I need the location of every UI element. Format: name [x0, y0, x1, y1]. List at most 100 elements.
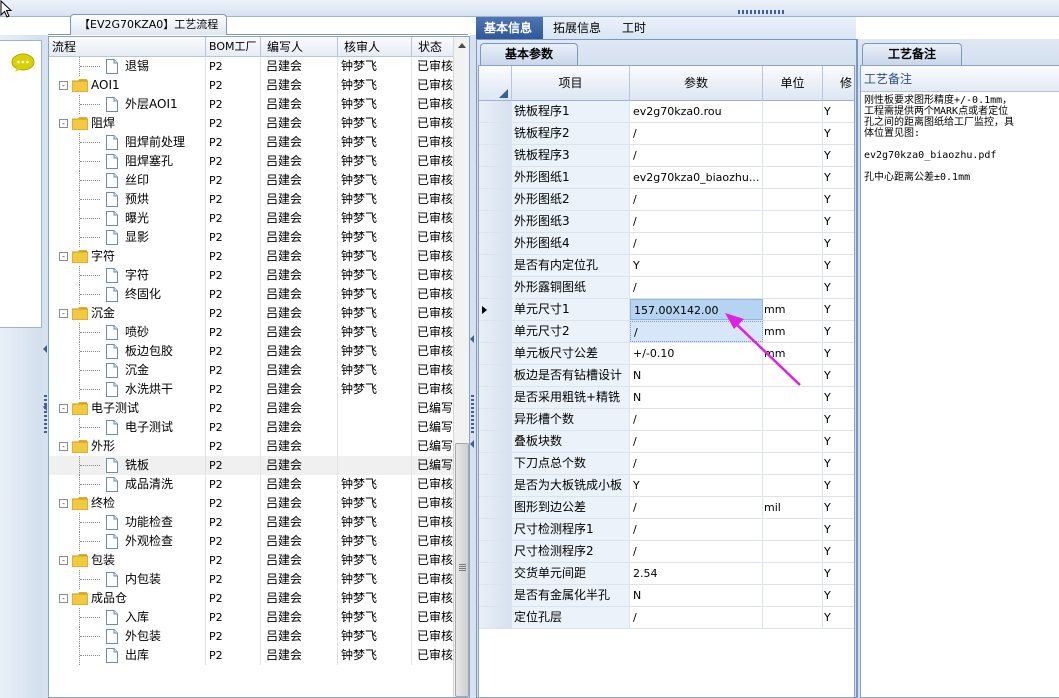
tree-cell-process[interactable]: 预烘 [49, 190, 206, 209]
tree-cell-bom[interactable]: P2 [206, 228, 261, 247]
tree-cell-status[interactable]: 已审核 [412, 342, 453, 361]
col-header-process[interactable]: 流程 [49, 37, 206, 57]
tree-cell-writer[interactable]: 吕建会 [261, 133, 338, 152]
tree-cell-status[interactable]: 已审核 [412, 361, 453, 380]
tree-row[interactable]: 曝光 P2 吕建会 钟梦飞 已审核 [49, 209, 453, 228]
param-item-cell[interactable]: 外形露铜图纸 [512, 277, 630, 298]
tab-work-hours[interactable]: 工时 [614, 17, 658, 39]
col-header-reviewer[interactable]: 核审人 [338, 37, 412, 57]
tree-cell-bom[interactable]: P2 [206, 342, 261, 361]
process-flow-tab[interactable]: 【EV2G70KZA0】工艺流程 [70, 14, 228, 35]
tree-cell-bom[interactable]: P2 [206, 437, 261, 456]
tree-row[interactable]: 丝印 P2 吕建会 钟梦飞 已审核 [49, 171, 453, 190]
tree-cell-reviewer[interactable]: 钟梦飞 [338, 646, 412, 665]
param-value-cell[interactable]: ev2g70kza0.rou [630, 101, 763, 122]
tree-cell-bom[interactable]: P2 [206, 171, 261, 190]
tree-row[interactable]: 入库 P2 吕建会 钟梦飞 已审核 [49, 608, 453, 627]
tree-cell-writer[interactable]: 吕建会 [261, 171, 338, 190]
param-value-cell[interactable]: / [630, 541, 763, 562]
tree-cell-reviewer[interactable]: 钟梦飞 [338, 171, 412, 190]
tree-cell-reviewer[interactable]: 钟梦飞 [338, 76, 412, 95]
tree-cell-process[interactable]: 成品清洗 [49, 475, 206, 494]
param-value-cell[interactable]: ev2g70kza0_biaozhu... [630, 167, 763, 188]
tree-cell-process[interactable]: 内包装 [49, 570, 206, 589]
param-item-cell[interactable]: 外形图纸4 [512, 233, 630, 254]
tree-cell-process[interactable]: 丝印 [49, 171, 206, 190]
tree-cell-reviewer[interactable]: 钟梦飞 [338, 228, 412, 247]
tree-row[interactable]: 外包装 P2 吕建会 钟梦飞 已审核 [49, 627, 453, 646]
param-row[interactable]: 单元板尺寸公差 +/-0.10 mm Y [479, 343, 854, 365]
param-row[interactable]: 尺寸检测程序1/ Y [479, 519, 854, 541]
row-header[interactable] [479, 343, 512, 364]
param-value-cell[interactable]: / [630, 189, 763, 210]
tree-row[interactable]: 退锡 P2 吕建会 钟梦飞 已审核 [49, 57, 453, 76]
collapse-toggle-icon[interactable]: - [59, 442, 68, 451]
param-item-cell[interactable]: 板边是否有钻槽设计 [512, 365, 630, 386]
tree-cell-status[interactable]: 已审核 [412, 475, 453, 494]
param-modify-cell[interactable]: Y [823, 123, 854, 144]
param-modify-cell[interactable]: Y [823, 277, 854, 298]
param-modify-cell[interactable]: Y [823, 189, 854, 210]
tree-cell-writer[interactable]: 吕建会 [261, 475, 338, 494]
param-unit-cell[interactable] [763, 211, 823, 232]
tab-basic-params[interactable]: 基本参数 [480, 43, 578, 65]
tree-cell-reviewer[interactable]: 钟梦飞 [338, 380, 412, 399]
tree-cell-bom[interactable]: P2 [206, 285, 261, 304]
tree-cell-writer[interactable]: 吕建会 [261, 494, 338, 513]
tree-row[interactable]: - 外形 P2 吕建会 已编写 [49, 437, 453, 456]
tree-cell-status[interactable]: 已审核 [412, 114, 453, 133]
tree-cell-process[interactable]: 曝光 [49, 209, 206, 228]
tree-cell-writer[interactable]: 吕建会 [261, 532, 338, 551]
tree-cell-bom[interactable]: P2 [206, 513, 261, 532]
param-modify-cell[interactable]: Y [823, 343, 854, 364]
param-item-cell[interactable]: 单元板尺寸公差 [512, 343, 630, 364]
tree-cell-writer[interactable]: 吕建会 [261, 285, 338, 304]
tree-cell-writer[interactable]: 吕建会 [261, 551, 338, 570]
param-row[interactable]: 是否有金属化半孔 N Y [479, 585, 854, 607]
tree-cell-writer[interactable]: 吕建会 [261, 247, 338, 266]
tree-cell-status[interactable]: 已审核 [412, 247, 453, 266]
tree-row[interactable]: 内包装 P2 吕建会 钟梦飞 已审核 [49, 570, 453, 589]
tree-cell-reviewer[interactable] [338, 418, 412, 437]
row-header[interactable] [479, 585, 512, 606]
tree-cell-writer[interactable]: 吕建会 [261, 361, 338, 380]
param-modify-cell[interactable]: Y [823, 453, 854, 474]
row-header[interactable] [479, 431, 512, 452]
tree-row[interactable]: 显影 P2 吕建会 钟梦飞 已审核 [49, 228, 453, 247]
tree-row[interactable]: - 终检 P2 吕建会 钟梦飞 已审核 [49, 494, 453, 513]
param-unit-cell[interactable]: mil [763, 497, 823, 518]
tree-cell-reviewer[interactable]: 钟梦飞 [338, 247, 412, 266]
tree-row[interactable]: 沉金 P2 吕建会 钟梦飞 已审核 [49, 361, 453, 380]
collapse-toggle-icon[interactable]: - [59, 119, 68, 128]
tree-cell-status[interactable]: 已审核 [412, 380, 453, 399]
tree-cell-bom[interactable]: P2 [206, 152, 261, 171]
tree-cell-bom[interactable]: P2 [206, 627, 261, 646]
tree-cell-reviewer[interactable]: 钟梦飞 [338, 475, 412, 494]
tree-cell-status[interactable]: 已审核 [412, 513, 453, 532]
param-modify-cell[interactable]: Y [823, 497, 854, 518]
tree-cell-bom[interactable]: P2 [206, 304, 261, 323]
param-row[interactable]: 外形图纸4/ Y [479, 233, 854, 255]
param-row[interactable]: 是否采用粗铣+精铣 N Y [479, 387, 854, 409]
tree-cell-bom[interactable]: P2 [206, 209, 261, 228]
param-value-cell[interactable]: / [630, 607, 763, 628]
tree-cell-writer[interactable]: 吕建会 [261, 190, 338, 209]
tree-cell-process[interactable]: 铣板 [49, 456, 206, 475]
tree-cell-process[interactable]: 水洗烘干 [49, 380, 206, 399]
tree-cell-reviewer[interactable] [338, 456, 412, 475]
param-unit-cell[interactable] [763, 453, 823, 474]
collapse-toggle-icon[interactable]: - [59, 404, 68, 413]
param-value-cell[interactable]: / [630, 431, 763, 452]
row-header[interactable] [479, 299, 512, 320]
tree-cell-reviewer[interactable]: 钟梦飞 [338, 304, 412, 323]
param-row[interactable]: 是否为大板铣成小板 Y Y [479, 475, 854, 497]
param-value-cell[interactable]: N [630, 585, 763, 606]
tree-cell-writer[interactable]: 吕建会 [261, 228, 338, 247]
param-row[interactable]: 异形槽个数 / Y [479, 409, 854, 431]
tree-row[interactable]: 外层AOI1 P2 吕建会 钟梦飞 已审核 [49, 95, 453, 114]
tree-row[interactable]: - 字符 P2 吕建会 钟梦飞 已审核 [49, 247, 453, 266]
param-value-cell[interactable]: / [630, 519, 763, 540]
row-header[interactable] [479, 167, 512, 188]
tree-cell-process[interactable]: 阻焊前处理 [49, 133, 206, 152]
param-unit-cell[interactable] [763, 519, 823, 540]
